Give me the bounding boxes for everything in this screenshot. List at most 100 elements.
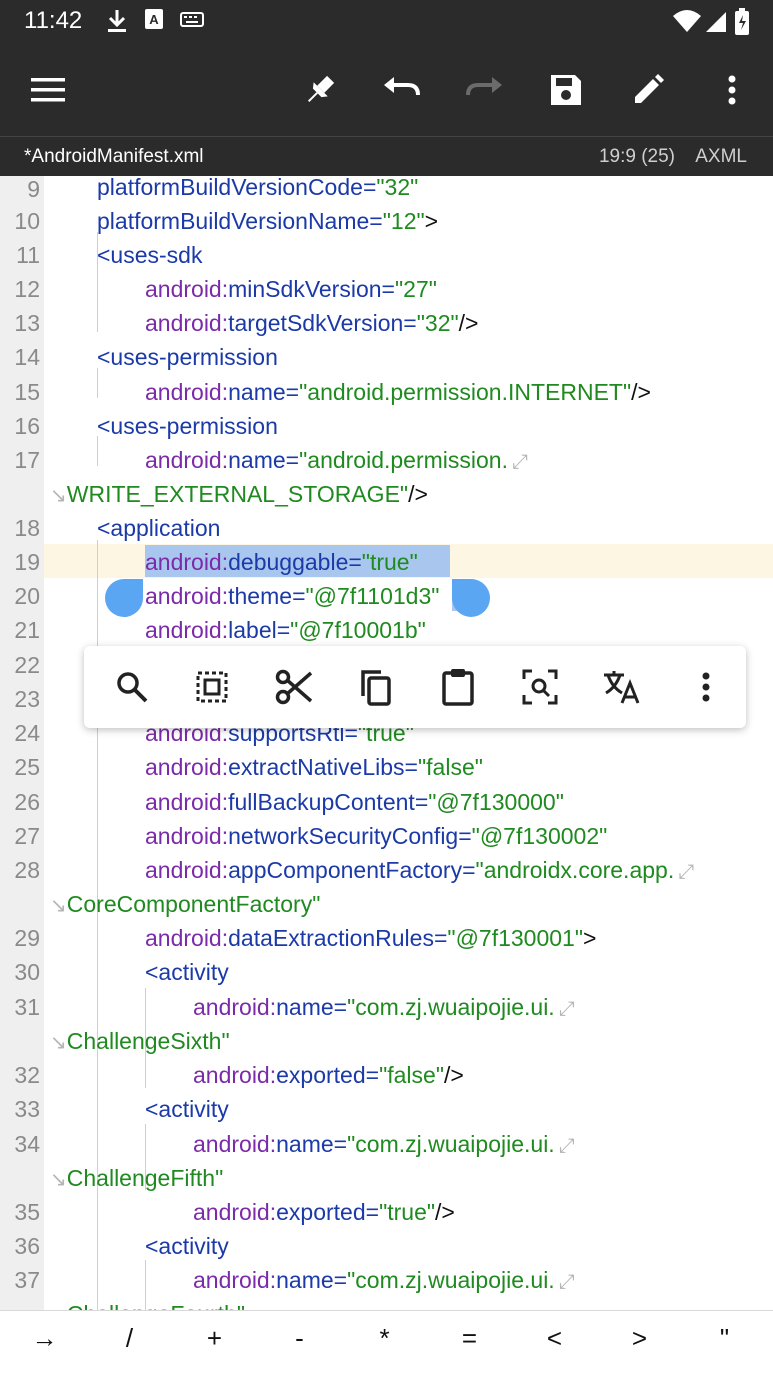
app-toolbar <box>0 44 773 136</box>
line-number: 18 <box>14 515 40 541</box>
code-line: ↘CoreComponentFactory" <box>50 891 321 917</box>
keyboard-icon <box>180 8 204 35</box>
symbol-key-less-than[interactable]: < <box>512 1323 597 1354</box>
wifi-icon <box>672 8 702 39</box>
line-number: 9 <box>27 176 40 202</box>
line-number: 29 <box>14 925 40 951</box>
undo-icon[interactable] <box>378 66 426 114</box>
paste-icon[interactable] <box>434 663 482 711</box>
line-number: 11 <box>16 242 40 268</box>
code-line: android:name="android.permission. ⤢ <box>145 447 528 473</box>
translate-icon[interactable] <box>598 663 646 711</box>
code-line: ↘ChallengeFourth" <box>50 1301 245 1310</box>
line-number: 23 <box>14 686 40 712</box>
signal-icon <box>704 8 728 39</box>
more-icon[interactable] <box>708 66 756 114</box>
more-icon[interactable] <box>682 663 730 711</box>
code-line: android:exported="false"/> <box>193 1062 464 1088</box>
code-line: <activity <box>145 1096 229 1122</box>
code-line: android:dataExtractionRules="@7f130001"> <box>145 925 597 951</box>
line-number: 16 <box>14 413 40 439</box>
code-line: <uses-permission <box>97 413 278 439</box>
line-number: 28 <box>14 857 40 883</box>
language-mode[interactable]: AXML <box>695 146 747 168</box>
text-action-menu <box>84 646 746 728</box>
edit-icon[interactable] <box>624 66 672 114</box>
code-line: android:name="android.permission.INTERNE… <box>145 379 651 405</box>
line-number: 34 <box>14 1131 40 1157</box>
wrap-continue-icon: ↘ <box>50 1169 67 1191</box>
symbol-key-slash[interactable]: / <box>87 1323 172 1354</box>
status-bar: 11:42 A <box>0 0 773 44</box>
line-number: 19 <box>14 549 40 575</box>
code-line: <application <box>97 515 221 541</box>
code-line: android:exported="true"/> <box>193 1199 455 1225</box>
save-icon[interactable] <box>542 66 590 114</box>
symbol-key-equals[interactable]: = <box>427 1323 512 1354</box>
code-line: android:appComponentFactory="androidx.co… <box>145 857 695 883</box>
line-number: 10 <box>14 208 40 234</box>
selection-end-handle[interactable] <box>452 579 490 617</box>
search-icon[interactable] <box>108 663 156 711</box>
symbol-key-asterisk[interactable]: * <box>342 1323 427 1354</box>
wrap-icon: ⤢ <box>558 1135 575 1157</box>
line-number: 30 <box>14 959 40 985</box>
code-line: <activity <box>145 959 229 985</box>
symbol-key-arrow[interactable]: → <box>2 1323 87 1354</box>
code-line: android:targetSdkVersion="32"/> <box>145 310 479 336</box>
symbol-key-quote[interactable]: " <box>682 1323 767 1354</box>
menu-icon[interactable] <box>24 66 72 114</box>
wrap-icon: ⤢ <box>558 998 575 1020</box>
wrap-icon: ⤢ <box>558 1271 575 1293</box>
line-number: 12 <box>14 276 40 302</box>
a-icon: A <box>144 8 164 35</box>
indent-guide <box>97 436 98 466</box>
code-line: platformBuildVersionCode="32" <box>97 176 419 200</box>
code-line: android:theme="@7f1101d3" <box>145 583 440 609</box>
wrap-icon: ⤢ <box>678 861 695 883</box>
line-number: 21 <box>14 617 40 643</box>
code-line: android:label="@7f10001b" <box>145 617 426 643</box>
line-number: 26 <box>14 789 40 815</box>
code-line: android:fullBackupContent="@7f130000" <box>145 789 564 815</box>
file-name[interactable]: *AndroidManifest.xml <box>24 146 204 168</box>
selection-start-handle[interactable] <box>105 579 143 617</box>
cursor-position: 19:9 (25) <box>598 146 675 167</box>
code-line: android:name="com.zj.wuaipojie.ui. ⤢ <box>193 1267 575 1293</box>
code-line: ↘ChallengeFifth" <box>50 1165 224 1191</box>
code-line: ↘ChallengeSixth" <box>50 1028 230 1054</box>
line-number: 22 <box>14 652 40 678</box>
line-number: 25 <box>14 754 40 780</box>
cut-icon[interactable] <box>270 663 318 711</box>
code-editor[interactable]: 9 10 11 12 13 14 15 16 17 18 19 20 21 22… <box>0 176 773 1310</box>
line-number: 14 <box>14 344 40 370</box>
redo-icon[interactable] <box>460 66 508 114</box>
wrap-continue-icon: ↘ <box>50 485 67 507</box>
code-line: android:name="com.zj.wuaipojie.ui. ⤢ <box>193 994 575 1020</box>
line-number: 27 <box>14 823 40 849</box>
code-line: <uses-permission <box>97 344 278 370</box>
pin-icon[interactable] <box>296 66 344 114</box>
line-number: 31 <box>14 994 40 1020</box>
copy-icon[interactable] <box>352 663 400 711</box>
select-all-icon[interactable] <box>188 663 236 711</box>
line-number: 17 <box>14 447 40 473</box>
symbol-key-greater-than[interactable]: > <box>597 1323 682 1354</box>
line-number: 20 <box>14 583 40 609</box>
code-line: android:name="com.zj.wuaipojie.ui. ⤢ <box>193 1131 575 1157</box>
lens-icon[interactable] <box>516 663 564 711</box>
svg-text:A: A <box>149 12 159 27</box>
download-icon <box>106 8 128 39</box>
wrap-continue-icon: ↘ <box>50 1032 67 1054</box>
code-line: android:networkSecurityConfig="@7f130002… <box>145 823 608 849</box>
line-number: 32 <box>14 1062 40 1088</box>
wrap-continue-icon: ↘ <box>50 895 67 917</box>
code-line: android:debuggable="true" <box>145 549 418 575</box>
code-line: <uses-sdk <box>97 242 203 268</box>
line-number: 33 <box>14 1096 40 1122</box>
symbol-key-minus[interactable]: - <box>257 1323 342 1354</box>
symbol-key-plus[interactable]: + <box>172 1323 257 1354</box>
line-number: 13 <box>14 310 40 336</box>
code-line: platformBuildVersionName="12"> <box>97 208 439 234</box>
code-line: android:extractNativeLibs="false" <box>145 754 483 780</box>
